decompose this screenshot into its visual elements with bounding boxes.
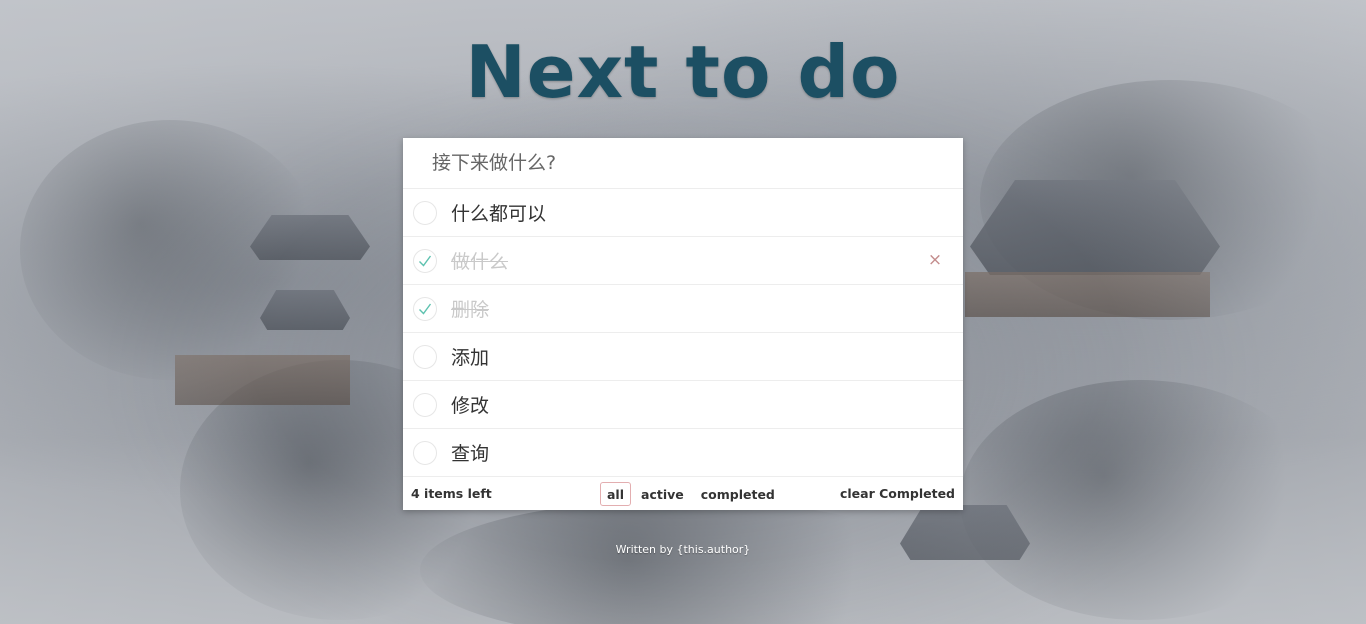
todo-item: 添加	[403, 333, 963, 381]
new-todo-input[interactable]	[403, 138, 963, 189]
unchecked-toggle[interactable]	[413, 200, 437, 225]
todo-text[interactable]: 查询	[451, 439, 489, 466]
todo-text[interactable]: 什么都可以	[451, 199, 546, 226]
checked-toggle[interactable]	[413, 296, 437, 321]
todo-text[interactable]: 修改	[451, 391, 489, 418]
todo-list: 什么都可以做什么 × 删除添加修改查询	[403, 189, 963, 477]
todo-footer: 4 items left all active completed clear Co…	[403, 477, 963, 510]
unchecked-toggle[interactable]	[413, 392, 437, 417]
filter-group: all active completed	[600, 482, 785, 506]
todo-item: 做什么 ×	[403, 237, 963, 285]
unchecked-toggle[interactable]	[413, 440, 437, 465]
todo-item: 删除	[403, 285, 963, 333]
unchecked-toggle[interactable]	[413, 344, 437, 369]
page-title: Next to do	[465, 30, 901, 114]
todo-item: 修改	[403, 381, 963, 429]
todo-text[interactable]: 删除	[451, 295, 489, 322]
items-left-count: 4 items left	[411, 486, 492, 501]
checkmark-icon	[419, 303, 432, 315]
checked-toggle[interactable]	[413, 248, 437, 273]
filter-completed[interactable]: completed	[694, 482, 782, 506]
delete-icon[interactable]: ×	[925, 250, 945, 270]
filter-all[interactable]: all	[600, 482, 632, 506]
todo-text[interactable]: 添加	[451, 343, 489, 370]
todo-app: 什么都可以做什么 × 删除添加修改查询 4 items left allactive…	[403, 138, 963, 510]
todo-item: 查询	[403, 429, 963, 477]
checkmark-icon	[419, 255, 432, 267]
todo-item: 什么都可以	[403, 189, 963, 237]
filter-active[interactable]: active	[634, 482, 691, 506]
todo-text[interactable]: 做什么	[451, 247, 508, 274]
clear-completed-button[interactable]: clear Completed	[840, 486, 955, 501]
author-credit: Written by {this.author}	[615, 543, 751, 556]
